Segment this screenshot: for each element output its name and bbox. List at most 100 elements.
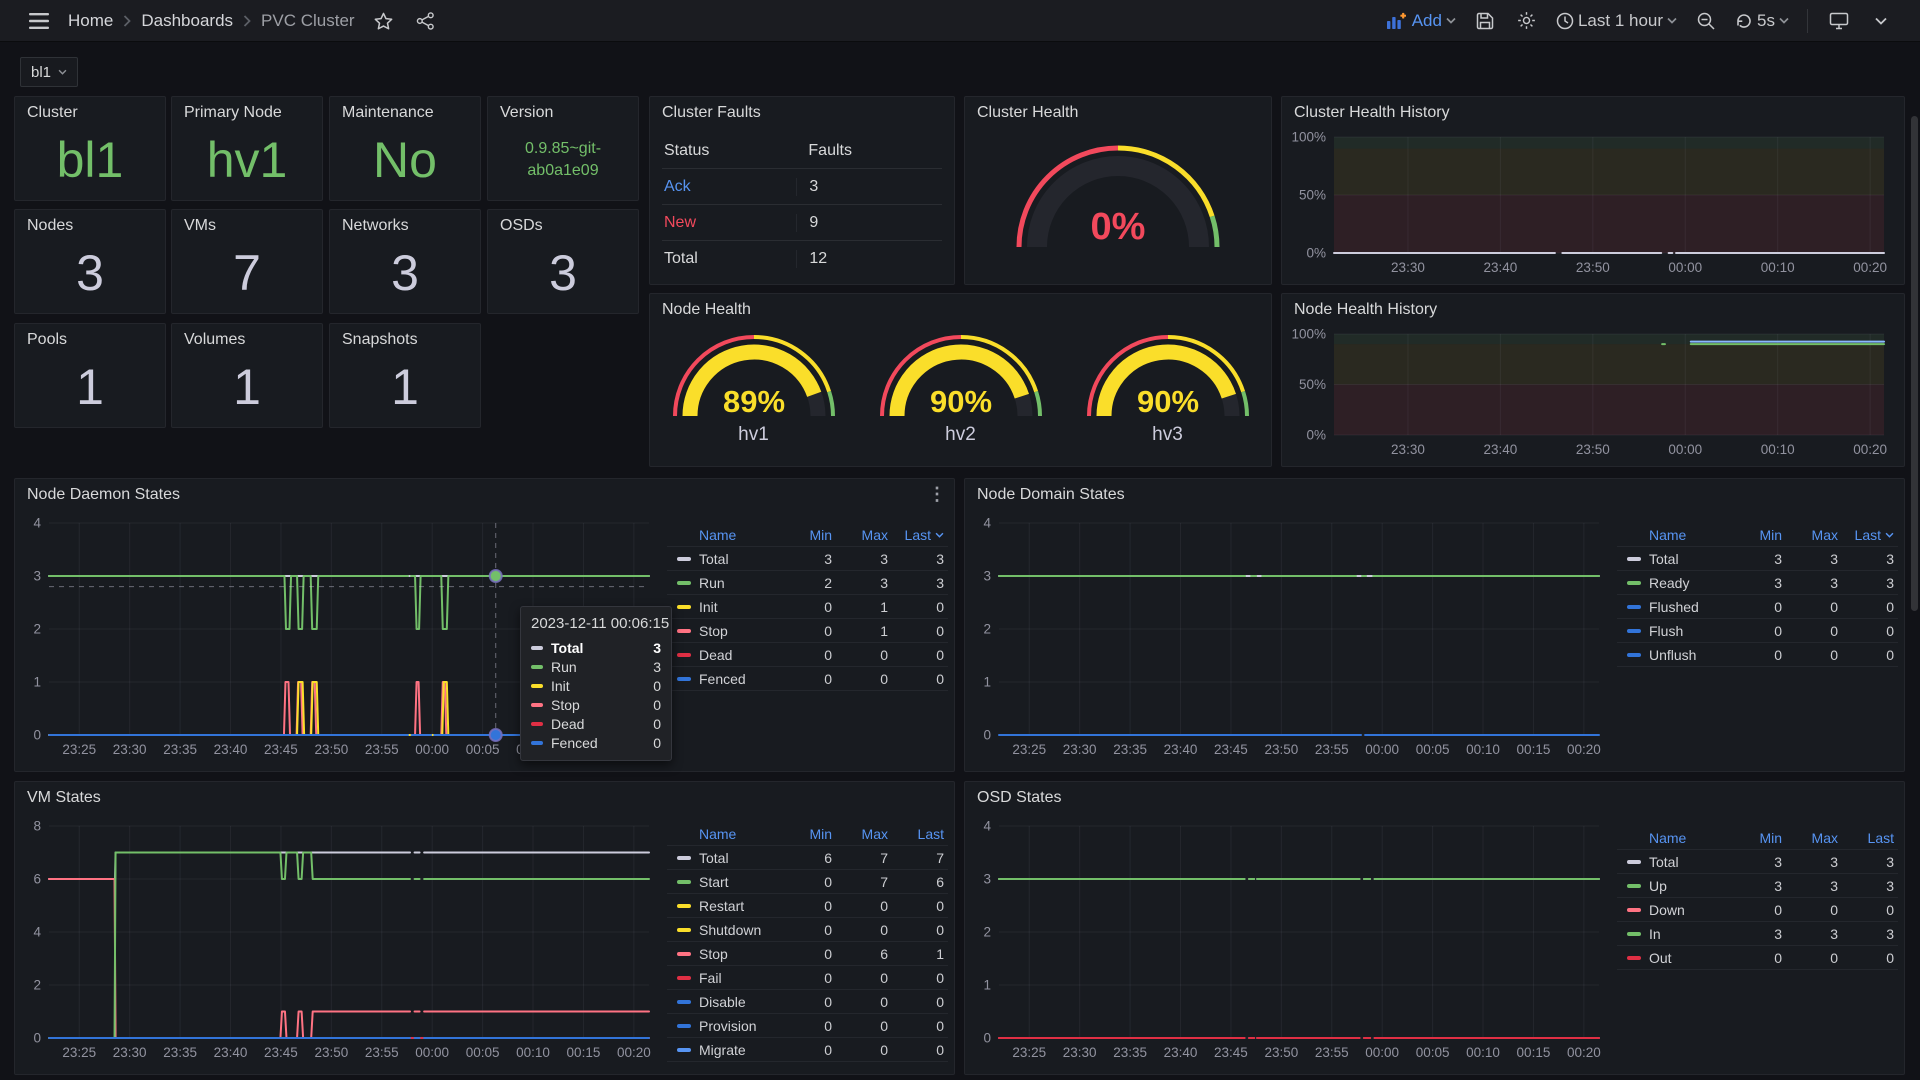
cluster-variable-dropdown[interactable]: bl1: [20, 57, 78, 87]
legend-series-name[interactable]: Unflush: [1649, 647, 1730, 663]
refresh-picker[interactable]: 5s: [1735, 11, 1789, 31]
page-scrollbar-thumb[interactable]: [1911, 116, 1918, 611]
panel-menu-kebab-icon[interactable]: ⋮: [928, 484, 946, 505]
legend-min-value: 0: [780, 671, 836, 687]
legend-max-value: 3: [1786, 878, 1842, 894]
legend-col-max[interactable]: Max: [1786, 527, 1842, 543]
legend-series-name[interactable]: Disable: [699, 994, 780, 1010]
legend-row-provision: Provision000: [667, 1014, 948, 1038]
stat-panel-snapshots: Snapshots1: [329, 323, 481, 428]
legend-col-max[interactable]: Max: [836, 527, 892, 543]
legend-series-name[interactable]: Provision: [699, 1018, 780, 1034]
zoom-out-icon[interactable]: [1691, 6, 1721, 36]
legend-col-last[interactable]: Last: [1842, 830, 1898, 846]
svg-text:6: 6: [33, 872, 41, 887]
legend-series-name[interactable]: Stop: [699, 623, 780, 639]
gauge-value: 90%: [1136, 384, 1198, 419]
save-dashboard-icon[interactable]: [1470, 6, 1500, 36]
svg-text:00:10: 00:10: [1466, 1045, 1500, 1060]
legend-series-name[interactable]: In: [1649, 926, 1730, 942]
dashboard-settings-gear-icon[interactable]: [1512, 6, 1542, 36]
gauge-svg: 89%: [668, 324, 840, 422]
legend-col-name[interactable]: Name: [699, 527, 780, 543]
legend-min-value: 3: [1730, 878, 1786, 894]
svg-text:100%: 100%: [1291, 131, 1326, 145]
legend-col-min[interactable]: Min: [1730, 527, 1786, 543]
cluster-health-history-chart[interactable]: 0%50%100%23:3023:4023:5000:0000:1000:20: [1290, 131, 1898, 279]
svg-text:0%: 0%: [1306, 246, 1326, 261]
chart-tooltip: 2023-12-11 00:06:15 Total3Run3Init0Stop0…: [520, 606, 672, 761]
legend-series-name[interactable]: Shutdown: [699, 922, 780, 938]
node-gauge-label: hv2: [945, 424, 976, 446]
legend-min-value: 3: [1730, 551, 1786, 567]
legend-row-flush: Flush000: [1617, 619, 1898, 643]
legend-col-name[interactable]: Name: [1649, 527, 1730, 543]
panel-cluster-health-history: Cluster Health History 0%50%100%23:3023:…: [1281, 96, 1905, 285]
legend-col-min[interactable]: Min: [780, 826, 836, 842]
legend-series-name[interactable]: Up: [1649, 878, 1730, 894]
chevron-down-icon: [1667, 17, 1677, 24]
node-gauge-label: hv1: [738, 424, 769, 446]
legend-series-name[interactable]: Init: [699, 599, 780, 615]
legend-series-name[interactable]: Fenced: [699, 671, 780, 687]
legend-series-name[interactable]: Ready: [1649, 575, 1730, 591]
legend-col-name[interactable]: Name: [699, 826, 780, 842]
add-panel-button[interactable]: Add: [1387, 11, 1456, 31]
legend-series-name[interactable]: Flushed: [1649, 599, 1730, 615]
legend-col-last[interactable]: Last: [1842, 527, 1898, 543]
fault-status-label[interactable]: Ack: [662, 178, 796, 196]
legend-col-max[interactable]: Max: [1786, 830, 1842, 846]
node-health-history-chart[interactable]: 0%50%100%23:3023:4023:5000:0000:1000:20: [1290, 328, 1898, 461]
legend-max-value: 0: [836, 970, 892, 986]
legend-series-name[interactable]: Total: [1649, 551, 1730, 567]
legend-max-value: 0: [836, 1018, 892, 1034]
legend-series-name[interactable]: Migrate: [699, 1042, 780, 1058]
fault-status-label[interactable]: New: [662, 214, 796, 232]
hamburger-menu-icon[interactable]: [24, 6, 54, 36]
osd-states-chart[interactable]: 0123423:2523:3023:3523:4023:4523:5023:55…: [973, 818, 1611, 1068]
legend-series-name[interactable]: Run: [699, 575, 780, 591]
legend-min-value: 0: [780, 647, 836, 663]
legend-last-value: 0: [892, 671, 948, 687]
legend-series-name[interactable]: Dead: [699, 647, 780, 663]
legend-last-value: 0: [1842, 950, 1898, 966]
legend-series-name[interactable]: Down: [1649, 902, 1730, 918]
stat-panel-vms: VMs7: [171, 209, 323, 314]
chevron-down-icon: [1446, 17, 1456, 24]
time-range-picker[interactable]: Last 1 hour: [1556, 11, 1677, 31]
legend-col-min[interactable]: Min: [780, 527, 836, 543]
node-domain-states-chart[interactable]: 0123423:2523:3023:3523:4023:4523:5023:55…: [973, 515, 1611, 765]
legend-col-last[interactable]: Last: [892, 826, 948, 842]
share-icon[interactable]: [411, 6, 441, 36]
legend-series-name[interactable]: Start: [699, 874, 780, 890]
legend-row-stop: Stop010: [667, 619, 948, 643]
svg-text:00:05: 00:05: [466, 1045, 500, 1060]
svg-text:2: 2: [33, 622, 41, 637]
breadcrumb-dashboards[interactable]: Dashboards: [141, 11, 233, 31]
kiosk-monitor-icon[interactable]: [1824, 6, 1854, 36]
stat-panel-networks: Networks3: [329, 209, 481, 314]
series-color-swatch: [531, 703, 543, 707]
stat-value: No: [373, 131, 437, 189]
series-color-swatch: [531, 741, 543, 745]
legend-col-last[interactable]: Last: [892, 527, 948, 543]
legend-series-name[interactable]: Flush: [1649, 623, 1730, 639]
legend-col-min[interactable]: Min: [1730, 830, 1786, 846]
legend-series-name[interactable]: Total: [699, 551, 780, 567]
legend-last-value: 0: [1842, 623, 1898, 639]
legend-col-max[interactable]: Max: [836, 826, 892, 842]
legend-series-name[interactable]: Stop: [699, 946, 780, 962]
legend-series-name[interactable]: Fail: [699, 970, 780, 986]
legend-series-name[interactable]: Total: [699, 850, 780, 866]
legend-series-name[interactable]: Restart: [699, 898, 780, 914]
legend-min-value: 0: [1730, 599, 1786, 615]
nav-more-chevron-icon[interactable]: [1866, 6, 1896, 36]
legend-series-name[interactable]: Total: [1649, 854, 1730, 870]
vm-states-chart[interactable]: 0246823:2523:3023:3523:4023:4523:5023:55…: [23, 818, 661, 1068]
legend-col-name[interactable]: Name: [1649, 830, 1730, 846]
breadcrumb-home[interactable]: Home: [68, 11, 113, 31]
star-icon[interactable]: [369, 6, 399, 36]
stat-body: bl1: [15, 123, 165, 196]
legend-series-name[interactable]: Out: [1649, 950, 1730, 966]
cluster-health-gauge: 0%: [965, 135, 1271, 253]
